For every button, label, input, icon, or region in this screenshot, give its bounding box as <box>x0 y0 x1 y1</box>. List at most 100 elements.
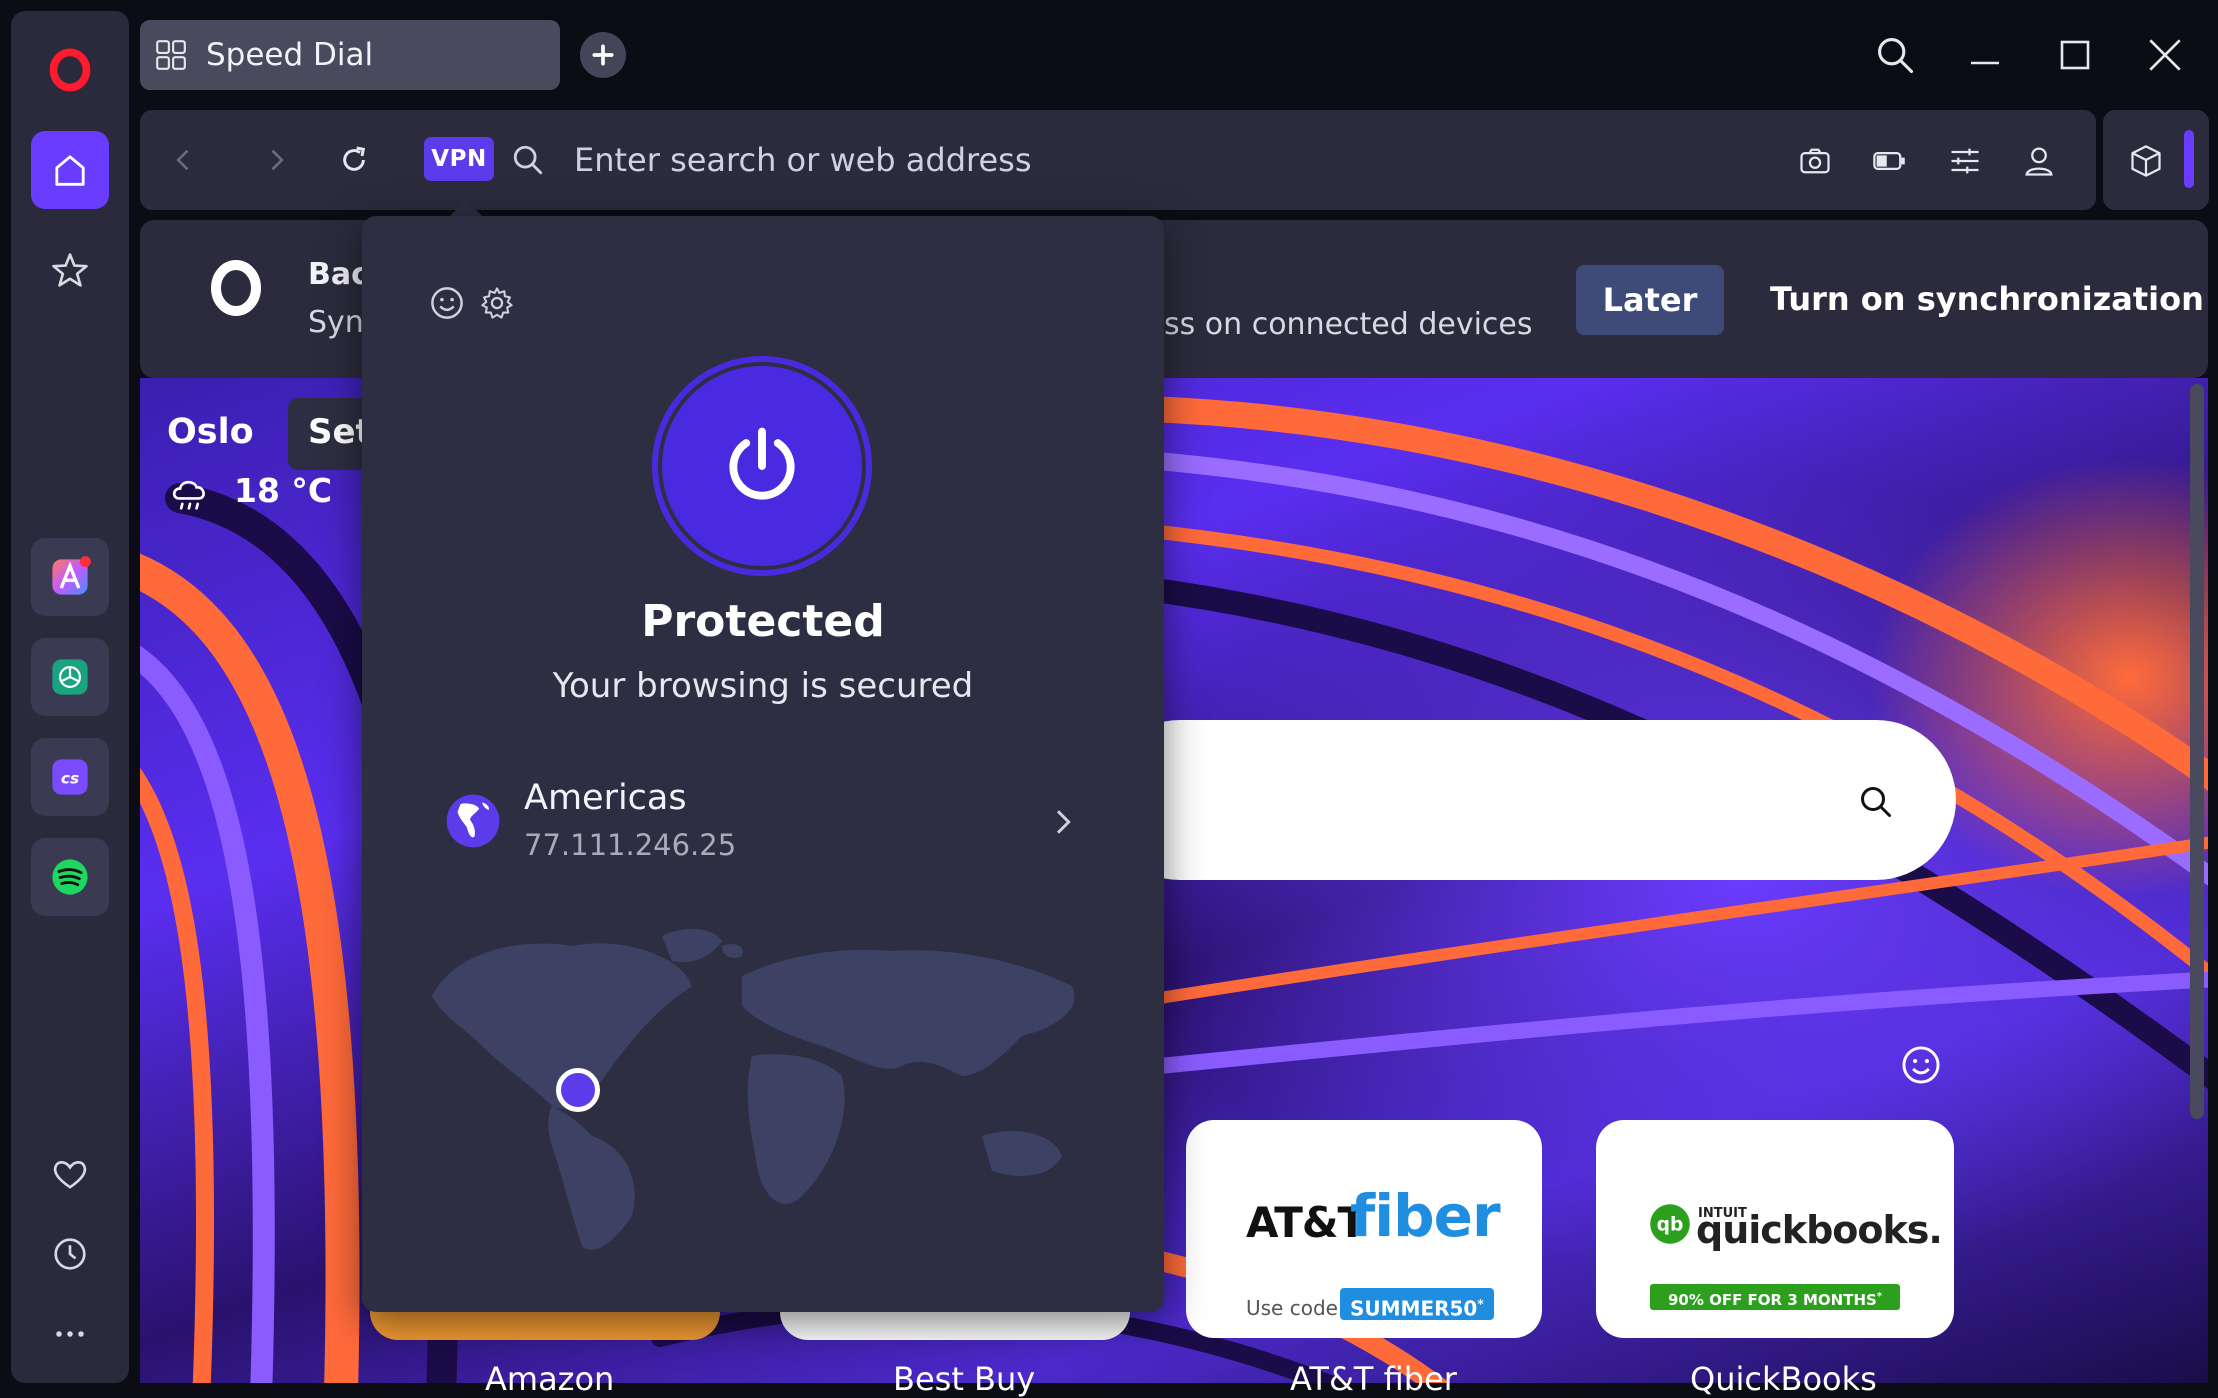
aria-icon <box>52 556 91 595</box>
att-promo-mark: * <box>1477 1297 1484 1311</box>
speed-dial-label: Amazon <box>485 1360 615 1398</box>
chevron-right-icon <box>1056 810 1071 834</box>
chevron-right-icon <box>271 149 284 171</box>
back-button[interactable] <box>160 136 208 184</box>
tab-search-button[interactable] <box>1860 20 1930 90</box>
smiley-icon <box>1902 1046 1940 1084</box>
sidebar: cs <box>11 11 129 1383</box>
tab-speed-dial[interactable]: Speed Dial <box>140 20 560 90</box>
search-icon <box>513 145 543 175</box>
forward-button[interactable] <box>252 136 300 184</box>
sidebar-home-button[interactable] <box>31 131 109 209</box>
speed-dial-search-box[interactable] <box>1100 720 1956 880</box>
vpn-region-chevron <box>1040 800 1084 844</box>
sidebar-app-cs[interactable]: cs <box>31 738 109 816</box>
profile-button[interactable] <box>2014 136 2064 186</box>
weather-city: Oslo <box>167 412 254 452</box>
banner-subtitle-tail: ss on connected devices <box>1164 307 1533 342</box>
svg-text:cs: cs <box>61 770 79 788</box>
smiley-icon <box>431 287 463 319</box>
speed-dial-label: AT&T fiber <box>1290 1360 1457 1398</box>
speed-dial-tile-att-fiber[interactable]: AT&T fiber Use code SUMMER50* <box>1186 1120 1542 1338</box>
opera-banner-logo <box>206 258 266 318</box>
customize-emoji-button[interactable] <box>1896 1040 1946 1090</box>
more-dots-icon <box>56 1331 84 1337</box>
sidebar-history-button[interactable] <box>31 1215 109 1293</box>
world-map <box>432 929 1075 1250</box>
vpn-location-marker <box>556 1068 600 1112</box>
quickbooks-promo-text: 90% OFF FOR 3 MONTHS <box>1667 1291 1877 1309</box>
extension-active-indicator <box>2184 130 2194 188</box>
cs-app-icon: cs <box>52 759 88 795</box>
turn-on-sync-button[interactable]: Turn on synchronization <box>1770 280 2204 318</box>
reload-button[interactable] <box>330 136 378 184</box>
extensions-button[interactable] <box>2120 136 2172 186</box>
weather-temperature: 18 °C <box>234 471 333 510</box>
heart-icon <box>53 1160 87 1189</box>
address-search-icon-wrap <box>504 136 552 184</box>
clock-icon <box>54 1238 86 1270</box>
quickbooks-logo-dot: . <box>1928 1208 1942 1252</box>
later-button[interactable]: Later <box>1576 265 1724 335</box>
easy-setup-button[interactable] <box>1940 136 1990 186</box>
chevron-left-icon <box>176 149 189 171</box>
opera-logo-icon <box>211 260 261 316</box>
vpn-settings-button[interactable] <box>474 280 520 326</box>
vpn-region-globe <box>442 790 504 852</box>
new-tab-button[interactable] <box>580 32 626 78</box>
cube-icon <box>2131 145 2161 177</box>
plus-icon <box>592 44 614 66</box>
vpn-region-name: Americas <box>524 778 687 818</box>
quickbooks-logo-word: quickbooks <box>1696 1208 1929 1252</box>
reload-icon <box>343 146 366 171</box>
speed-dial-label: QuickBooks <box>1690 1360 1877 1398</box>
globe-americas-icon <box>446 794 500 848</box>
address-input[interactable] <box>574 136 1474 184</box>
vpn-region-ip: 77.111.246.25 <box>524 828 737 862</box>
sidebar-app-spotify[interactable] <box>31 838 109 916</box>
minimize-icon <box>1971 61 1999 65</box>
minimize-button[interactable] <box>1950 20 2020 90</box>
sidebar-app-chatgpt[interactable] <box>31 638 109 716</box>
svg-text:qb: qb <box>1657 1215 1684 1236</box>
tab-title: Speed Dial <box>206 37 374 73</box>
quickbooks-promo: 90% OFF FOR 3 MONTHS* <box>1650 1284 1900 1310</box>
search-icon <box>1878 38 1914 74</box>
snapshot-button[interactable] <box>1790 136 1840 186</box>
maximize-icon <box>2060 40 2090 70</box>
page-scrollbar[interactable] <box>2190 384 2204 1119</box>
vpn-feedback-button[interactable] <box>424 280 470 326</box>
speed-dial-search-button[interactable] <box>1852 778 1900 826</box>
rain-cloud-icon <box>172 480 205 510</box>
close-window-button[interactable] <box>2130 20 2200 90</box>
sidebar-more-button[interactable] <box>31 1295 109 1373</box>
quickbooks-logo-icon: qb <box>1650 1204 1690 1244</box>
spotify-icon <box>52 859 88 895</box>
sidebar-favorites-button[interactable] <box>31 1135 109 1213</box>
user-icon <box>2025 147 2053 176</box>
sidebar-bookmarks-button[interactable] <box>31 231 109 309</box>
camera-icon <box>1800 148 1830 174</box>
speed-dial-grid-icon <box>156 40 186 70</box>
battery-icon <box>1873 152 1905 170</box>
att-logo-text: AT&T <box>1246 1198 1366 1247</box>
quickbooks-logo-text: quickbooks. <box>1696 1208 1943 1252</box>
vpn-badge-button[interactable]: VPN <box>424 137 494 181</box>
sidebar-app-aria[interactable] <box>31 538 109 616</box>
maximize-button[interactable] <box>2040 20 2110 90</box>
vpn-status-subtitle: Your browsing is secured <box>552 666 974 706</box>
speed-dial-tile-quickbooks[interactable]: qb INTUIT quickbooks. 90% OFF FOR 3 MONT… <box>1596 1120 1954 1338</box>
opera-logo-icon <box>49 48 91 92</box>
gear-icon <box>481 287 513 319</box>
chatgpt-icon <box>52 659 88 695</box>
star-icon <box>52 253 88 287</box>
vpn-status-title: Protected <box>641 596 885 647</box>
att-promo-code-text: SUMMER50 <box>1350 1296 1478 1321</box>
weather-rain-icon-wrap <box>168 472 212 516</box>
battery-saver-button[interactable] <box>1864 136 1914 186</box>
vpn-power-button[interactable] <box>662 366 862 566</box>
quickbooks-promo-mark: * <box>1876 1291 1883 1302</box>
opera-menu-button[interactable] <box>31 31 109 109</box>
search-icon <box>1861 787 1891 817</box>
att-promo-code: SUMMER50* <box>1340 1288 1494 1321</box>
